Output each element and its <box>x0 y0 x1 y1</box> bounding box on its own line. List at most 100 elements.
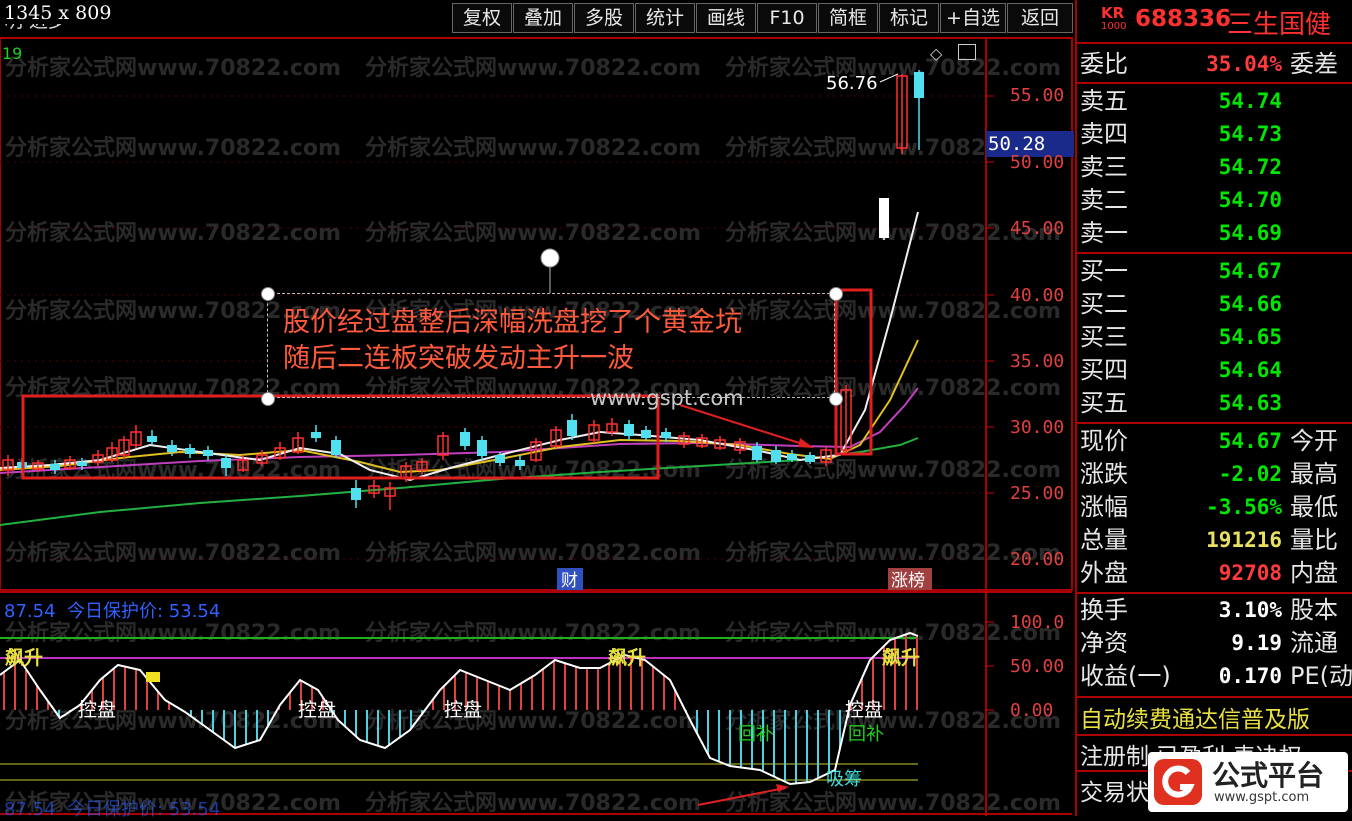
sell-row[interactable]: 卖二 54.70 <box>1080 184 1352 217</box>
candle-body <box>185 448 195 454</box>
limit-up-marker[interactable]: 涨榜 <box>891 571 925 591</box>
multi-stock-button[interactable]: 多股 <box>574 3 634 33</box>
indicator-control-label-3: 控盘 <box>444 699 482 721</box>
buy-row[interactable]: 买四 54.64 <box>1080 354 1352 387</box>
annotation-handle-tr[interactable] <box>829 287 843 301</box>
watermark-text: 分析家公式网www.70822.com <box>365 620 701 646</box>
watermark-text: 分析家公式网www.70822.com <box>5 220 341 246</box>
candle-body <box>50 464 60 470</box>
back-button[interactable]: 返回 <box>1007 3 1073 33</box>
candle-body <box>567 420 577 436</box>
simple-frame-button[interactable]: 简框 <box>818 3 878 33</box>
candle-body <box>331 440 341 455</box>
add-watchlist-button[interactable]: +自选 <box>940 3 1006 33</box>
mark-button[interactable]: 标记 <box>879 3 939 33</box>
candle-body <box>624 424 634 436</box>
watermark-text: 分析家公式网www.70822.com <box>365 55 701 81</box>
watermark-text: 分析家公式网www.70822.com <box>725 790 1061 816</box>
annotation-line-2: 随后二连板突破发动主升一波 <box>283 343 634 374</box>
weibi-value: 35.04% <box>1206 52 1282 76</box>
indicator-control-label-4: 控盘 <box>845 699 883 721</box>
market-badge: KR 1000 <box>1101 6 1135 36</box>
annotation-handle-bl[interactable] <box>261 392 275 406</box>
annotation-handle-br[interactable] <box>829 392 843 406</box>
indicator-footer: 87.54 今日保护价: 53.54 <box>4 799 221 820</box>
indicator-control-label-1: 控盘 <box>78 699 116 721</box>
quote-panel: KR 1000 688336 三生国健 委比 35.04% 委差 卖五 54.74… <box>1075 0 1352 816</box>
y-axis-label-40: 40.00 <box>1010 285 1065 306</box>
diamond-icon[interactable]: ◇ <box>930 44 942 63</box>
candle-body <box>515 460 525 466</box>
indicator-rebuy-label-2: 回补 <box>848 724 884 745</box>
buy-row[interactable]: 买五 54.63 <box>1080 387 1352 420</box>
candle-body <box>311 432 321 438</box>
sell-row[interactable]: 卖一 54.69 <box>1080 217 1352 250</box>
window-toggle-icon[interactable] <box>958 44 976 60</box>
watermark-text: 分析家公式网www.70822.com <box>5 620 341 646</box>
watermark-text: 分析家公式网www.70822.com <box>725 55 1061 81</box>
statistics-button[interactable]: 统计 <box>635 3 695 33</box>
stock-name: 三生国健 <box>1227 10 1332 40</box>
weibi-row: 委比 35.04% 委差 <box>1080 48 1352 81</box>
indicator-axis-label-100: 100.0 <box>1010 612 1065 633</box>
candle-body <box>495 455 505 463</box>
gspt-logo-icon <box>1154 759 1202 805</box>
y-axis-label-30: 30.00 <box>1010 417 1065 438</box>
finance-marker[interactable]: 财 <box>561 571 578 591</box>
indicator-axis-label-50: 50.00 <box>1010 656 1065 677</box>
watermark-text: 分析家公式网www.70822.com <box>5 55 341 81</box>
toolbar: 明 进步 复权 叠加 多股 统计 画线 F10 简框 标记 +自选 返回 <box>0 0 1075 36</box>
watermark-text: 分析家公式网www.70822.com <box>365 135 701 161</box>
buy-row[interactable]: 买二 54.66 <box>1080 288 1352 321</box>
candle-body <box>787 454 797 460</box>
indicator-rise-label-3: 飙升 <box>882 646 920 669</box>
y-axis-label-35: 35.00 <box>1010 351 1065 372</box>
stat-row-change: 涨跌 -2.02 最高 <box>1080 460 1338 488</box>
overlay-button[interactable]: 叠加 <box>513 3 573 33</box>
logo-text: 公式平台 <box>1212 759 1325 792</box>
watermark-text: 分析家公式网www.70822.com <box>365 790 701 816</box>
weibi-label: 委比 <box>1080 50 1128 78</box>
stock-code: 688336 <box>1135 6 1232 32</box>
y-axis-label-20: 20.00 <box>1010 549 1065 570</box>
fuquan-button[interactable]: 复权 <box>452 3 512 33</box>
indicator-absorb-label: 吸筹 <box>826 769 862 790</box>
f10-button[interactable]: F10 <box>757 3 817 33</box>
annotation-line-1: 股价经过盘整后深幅洗盘挖了个黄金坑 <box>283 307 742 338</box>
candle-body <box>203 450 213 456</box>
candle-body <box>879 198 889 238</box>
stat-row-volume: 总量 191216 量比 <box>1080 526 1338 554</box>
annotation-text: 股价经过盘整后深幅洗盘挖了个黄金坑 随后二连板突破发动主升一波 <box>283 305 742 377</box>
sell-row[interactable]: 卖三 54.72 <box>1080 151 1352 184</box>
annotation-handle-tl[interactable] <box>261 287 275 301</box>
weicha-label: 委差 <box>1290 50 1338 78</box>
buy-row[interactable]: 买三 54.65 <box>1080 321 1352 354</box>
candle-body <box>147 436 157 442</box>
main-chart[interactable]: 分析家公式网www.70822.com 分析家公式网www.70822.com 分析… <box>0 36 1075 816</box>
market-badge-top: KR <box>1101 4 1125 22</box>
candle-body <box>167 445 177 452</box>
stat-row-price: 现价 54.67 今开 <box>1080 427 1338 455</box>
watermark-text: 分析家公式网www.70822.com <box>365 708 701 734</box>
y-axis-label-25: 25.00 <box>1010 483 1065 504</box>
ad-banner[interactable]: 自动续费通达信普及版 <box>1080 700 1310 734</box>
candle-body <box>914 72 924 98</box>
sell-row[interactable]: 卖四 54.73 <box>1080 118 1352 151</box>
sell-row[interactable]: 卖五 54.74 <box>1080 85 1352 118</box>
buy-row[interactable]: 买一 54.67 <box>1080 255 1352 288</box>
candle-body <box>77 462 87 466</box>
candle-body <box>641 430 651 438</box>
y-axis-label-55: 55.00 <box>1010 85 1065 106</box>
candle-body <box>661 432 671 438</box>
price-high-label: 56.76 <box>826 73 878 94</box>
gspt-logo: 公式平台 www.gspt.com <box>1148 752 1348 812</box>
stat-row-turnover: 换手 3.10% 股本 <box>1080 596 1338 624</box>
watermark-text: 分析家公式网www.70822.com <box>5 540 341 566</box>
annotation-rotate-handle[interactable] <box>540 248 560 268</box>
watermark-text: 分析家公式网www.70822.com <box>365 540 701 566</box>
indicator-axis-label-0: 0.00 <box>1010 700 1054 721</box>
draw-line-button[interactable]: 画线 <box>696 3 756 33</box>
stat-row-outer: 外盘 92708 内盘 <box>1080 559 1338 587</box>
indicator-control-label-2: 控盘 <box>298 699 336 721</box>
candle-body <box>351 488 361 500</box>
